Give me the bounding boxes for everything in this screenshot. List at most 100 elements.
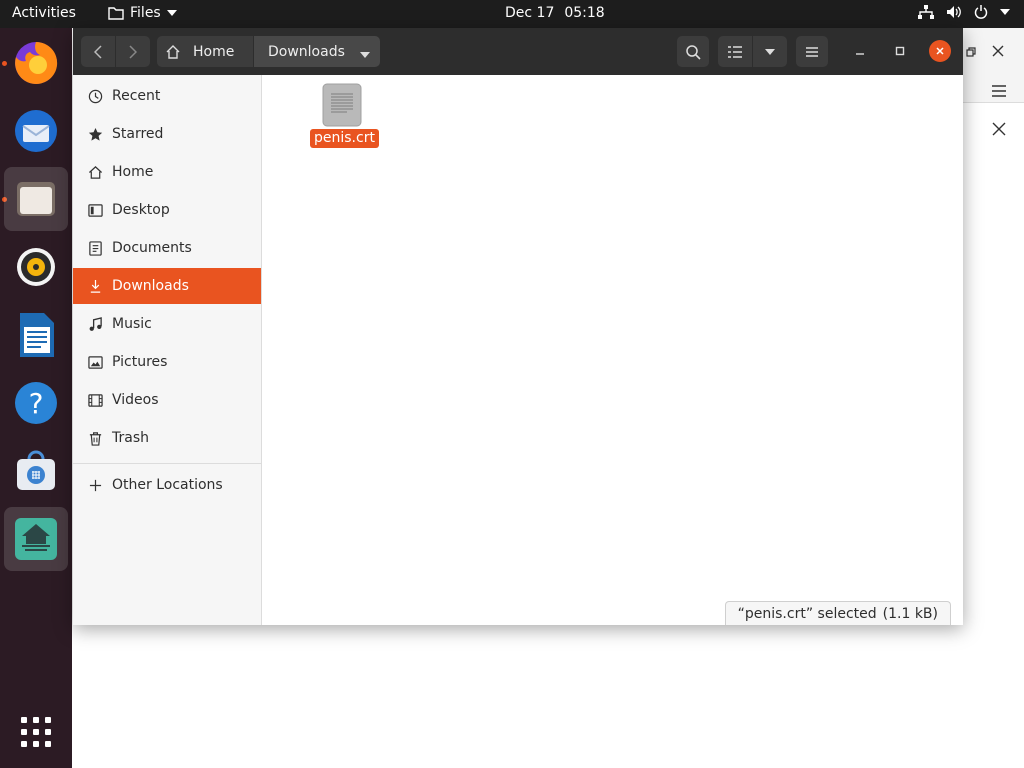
search-icon	[686, 44, 701, 60]
list-view-icon	[728, 45, 742, 58]
dock-item-help[interactable]: ?	[4, 371, 68, 435]
files-window: Home Downloads Recent Starred Home Deskt…	[73, 28, 963, 625]
volume-icon	[946, 5, 962, 19]
background-window-notification	[962, 102, 1024, 152]
star-icon	[87, 126, 103, 142]
network-icon	[918, 5, 934, 19]
close-icon[interactable]	[992, 121, 1006, 140]
sidebar-item-label: Documents	[112, 240, 192, 256]
thunderbird-icon	[15, 110, 57, 152]
sidebar-item-label: Trash	[112, 430, 149, 446]
close-icon	[936, 47, 944, 55]
time-label: 05:18	[564, 5, 605, 21]
sidebar-item-label: Starred	[112, 126, 164, 142]
rhythmbox-icon	[17, 248, 55, 286]
header-bar: Home Downloads	[73, 28, 963, 75]
breadcrumb-current-label: Downloads	[268, 43, 345, 60]
power-icon	[974, 5, 988, 19]
chevron-left-icon	[94, 44, 102, 59]
menu-icon[interactable]	[992, 82, 1006, 101]
activities-button[interactable]: Activities	[12, 5, 76, 21]
app-menu[interactable]: Files	[108, 5, 177, 21]
sidebar-item-recent[interactable]: Recent	[73, 78, 261, 114]
chevron-down-icon	[765, 48, 775, 55]
sidebar-item-label: Pictures	[112, 354, 168, 370]
breadcrumb-current[interactable]: Downloads	[254, 36, 380, 67]
view-toggle-button[interactable]	[718, 36, 752, 67]
maximize-button[interactable]	[889, 40, 911, 62]
folder-icon	[108, 6, 124, 20]
video-icon	[87, 392, 103, 408]
top-bar: Activities Files Dec 17 05:18	[0, 0, 1024, 28]
show-apps-button[interactable]	[4, 700, 68, 764]
background-window[interactable]	[962, 28, 1024, 768]
restore-icon[interactable]	[966, 42, 976, 61]
date-label: Dec 17	[505, 5, 555, 21]
dock-item-rhythmbox[interactable]	[4, 235, 68, 299]
sidebar-item-starred[interactable]: Starred	[73, 116, 261, 152]
picture-icon	[87, 354, 103, 370]
writer-icon	[20, 313, 54, 357]
firefox-icon	[15, 41, 58, 84]
sidebar-item-label: Other Locations	[112, 477, 223, 493]
places-sidebar: Recent Starred Home Desktop Documents Do…	[73, 75, 262, 625]
software-icon	[17, 450, 55, 490]
home-icon	[87, 164, 103, 180]
file-view[interactable]: penis.crt “penis.crt” selected (1.1 kB)	[262, 75, 963, 625]
file-name-label: penis.crt	[310, 129, 379, 148]
svg-text:?: ?	[29, 387, 44, 420]
close-button[interactable]	[929, 40, 951, 62]
forward-button[interactable]	[116, 36, 150, 67]
status-size: (1.1 kB)	[882, 605, 938, 622]
grid-icon	[21, 717, 51, 747]
document-icon	[87, 240, 103, 256]
dock-item-files[interactable]	[4, 167, 68, 231]
minimize-button[interactable]	[849, 40, 871, 62]
sidebar-item-pictures[interactable]: Pictures	[73, 344, 261, 380]
sidebar-item-videos[interactable]: Videos	[73, 382, 261, 418]
sidebar-item-label: Videos	[112, 392, 159, 408]
sidebar-item-desktop[interactable]: Desktop	[73, 192, 261, 228]
sidebar-item-label: Music	[112, 316, 152, 332]
home-icon	[166, 44, 180, 59]
text-file-icon	[322, 83, 362, 127]
view-options-button[interactable]	[753, 36, 787, 67]
sidebar-item-home[interactable]: Home	[73, 154, 261, 190]
breadcrumb-home-label: Home	[193, 43, 235, 60]
app-menu-label: Files	[130, 5, 161, 21]
maximize-icon	[895, 46, 905, 56]
anki-icon	[15, 518, 57, 560]
sidebar-item-other-locations[interactable]: Other Locations	[73, 467, 261, 503]
menu-icon	[806, 46, 818, 57]
chevron-down-icon	[1000, 9, 1010, 15]
sidebar-item-label: Downloads	[112, 278, 189, 294]
clock[interactable]: Dec 17 05:18	[505, 5, 605, 21]
sidebar-item-trash[interactable]: Trash	[73, 420, 261, 456]
sidebar-item-label: Home	[112, 164, 154, 180]
clock-icon	[87, 88, 103, 104]
sidebar-item-music[interactable]: Music	[73, 306, 261, 342]
plus-icon	[87, 477, 103, 493]
dock-item-thunderbird[interactable]	[4, 99, 68, 163]
sidebar-item-documents[interactable]: Documents	[73, 230, 261, 266]
dock-item-writer[interactable]	[4, 303, 68, 367]
sidebar-item-label: Recent	[112, 88, 161, 104]
breadcrumb-home[interactable]: Home	[157, 36, 253, 67]
dock-item-software[interactable]	[4, 439, 68, 503]
sidebar-item-label: Desktop	[112, 202, 170, 218]
dock: ?	[0, 28, 72, 768]
sidebar-separator	[73, 463, 261, 464]
system-tray[interactable]	[918, 5, 1010, 19]
close-icon[interactable]	[992, 42, 1004, 61]
sidebar-item-downloads[interactable]: Downloads	[73, 268, 261, 304]
chevron-right-icon	[129, 44, 137, 59]
desktop-icon	[87, 202, 103, 218]
trash-icon	[87, 430, 103, 446]
search-button[interactable]	[677, 36, 709, 67]
music-icon	[87, 316, 103, 332]
minimize-icon	[856, 53, 864, 55]
main-menu-button[interactable]	[796, 36, 828, 67]
dock-item-anki[interactable]	[4, 507, 68, 571]
dock-item-firefox[interactable]	[4, 31, 68, 95]
back-button[interactable]	[81, 36, 115, 67]
